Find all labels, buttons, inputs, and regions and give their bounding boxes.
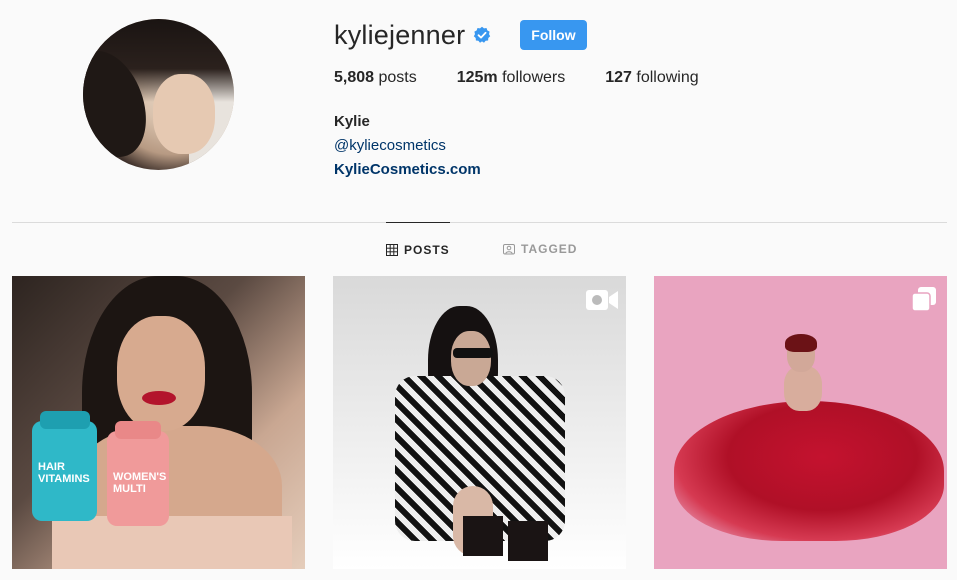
product-label: HAIR VITAMINS — [38, 461, 90, 485]
product-bottle: HAIR VITAMINS — [32, 411, 97, 521]
profile-bio: Kylie @kyliecosmetics KylieCosmetics.com — [334, 110, 481, 182]
username-row: kyliejenner Follow — [334, 18, 587, 52]
grid-icon — [386, 243, 398, 256]
product-bottle: WOMEN'S MULTI — [107, 421, 169, 526]
profile-username: kyliejenner — [334, 19, 466, 50]
post-thumbnail[interactable] — [333, 276, 626, 569]
posts-count: 5,808 posts — [334, 69, 417, 86]
product-label: WOMEN'S MULTI — [113, 471, 167, 495]
following-link[interactable]: 127 following — [605, 69, 698, 87]
tab-posts[interactable]: POSTS — [386, 222, 450, 276]
profile-full-name: Kylie — [334, 113, 370, 130]
follow-button[interactable]: Follow — [520, 20, 587, 50]
profile-avatar[interactable] — [83, 19, 234, 170]
post-thumbnail[interactable]: HAIR VITAMINS WOMEN'S MULTI — [12, 276, 305, 569]
verified-badge-icon — [473, 26, 491, 44]
bio-mention-link[interactable]: @kyliecosmetics — [334, 134, 481, 158]
tagged-icon — [503, 243, 515, 255]
followers-link[interactable]: 125m followers — [457, 69, 566, 87]
video-camera-icon — [585, 288, 619, 317]
tab-tagged[interactable]: TAGGED — [503, 222, 577, 276]
post-thumbnail[interactable] — [654, 276, 947, 569]
bio-website-link[interactable]: KylieCosmetics.com — [334, 158, 481, 182]
profile-tabs: POSTS TAGGED — [0, 222, 957, 276]
multiple-photos-icon — [911, 286, 937, 317]
profile-page: kyliejenner Follow 5,808 posts 125m foll… — [0, 0, 957, 580]
profile-stats: 5,808 posts 125m followers 127 following — [334, 69, 739, 87]
